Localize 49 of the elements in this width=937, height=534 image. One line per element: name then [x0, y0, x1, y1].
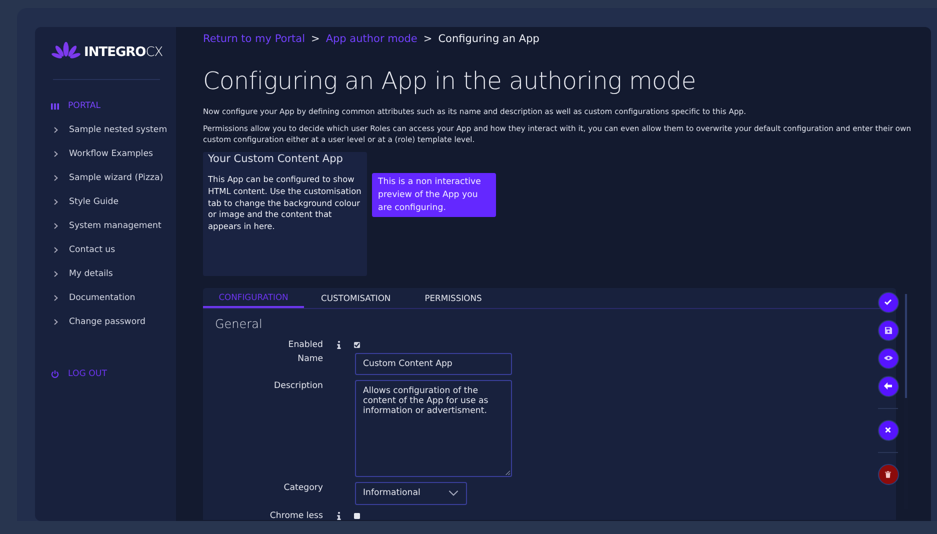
preview-title: Your Custom Content App	[208, 152, 344, 165]
sidebar-item[interactable]: Style Guide	[51, 190, 176, 214]
chevron-right-icon	[54, 271, 58, 277]
close-icon	[885, 427, 891, 434]
chevron-right-icon	[54, 127, 58, 133]
sidebar-item[interactable]: My details	[51, 262, 176, 286]
chevron-down-icon	[448, 490, 459, 496]
sidebar-item[interactable]: Documentation	[51, 286, 176, 310]
sidebar-item[interactable]: Contact us	[51, 238, 176, 262]
text-field[interactable]: Custom Content App	[355, 352, 512, 375]
arrow-left-icon	[884, 382, 892, 390]
field-label: Chrome less	[268, 510, 323, 520]
brand-logo-text: INTEGROCX	[84, 44, 163, 60]
chevron-right-icon	[54, 151, 58, 157]
page-title: Configuring an App in the authoring mode	[203, 67, 697, 95]
breadcrumb-separator: >	[423, 33, 432, 45]
field-label: Enabled	[287, 338, 323, 351]
chevron-right-icon	[54, 199, 58, 205]
sidebar-item[interactable]: Workflow Examples	[51, 142, 176, 166]
power-icon	[51, 370, 59, 378]
scrollbar-thumb[interactable]	[905, 294, 907, 398]
field-label: Category	[282, 482, 323, 494]
checkbox[interactable]	[354, 342, 360, 348]
chevron-right-icon	[54, 175, 58, 181]
section-title: General	[215, 316, 262, 331]
checkbox[interactable]	[354, 512, 360, 519]
field-label: Name	[296, 352, 323, 365]
sidebar-item[interactable]: Sample wizard (Pizza)	[51, 166, 176, 190]
sidebar-item[interactable]: System management	[51, 214, 176, 238]
dropdown[interactable]: Informational	[355, 482, 467, 505]
breadcrumb-current: Configuring an App	[438, 33, 540, 45]
chevron-right-icon	[54, 247, 58, 253]
preview-tooltip: This is a non interactive preview of the App you are configuring.	[372, 172, 496, 218]
trash-icon	[885, 470, 891, 478]
textarea-field[interactable]: Allows configuration of the content of the App for use as information or advertisment.	[355, 380, 512, 477]
breadcrumb-separator: >	[311, 33, 320, 45]
sidebar-item[interactable]: Sample nested system	[51, 118, 176, 142]
tab[interactable]: CUSTOMISATION	[304, 288, 408, 308]
chevron-right-icon	[54, 319, 58, 325]
preview-text: This App can be configured to show HTML content. Use the customisation tab to change the background colour or image and the content that appears in here.	[208, 174, 362, 234]
resize-grip-icon[interactable]	[505, 470, 510, 475]
chevron-right-icon	[54, 223, 58, 229]
field-label: Description	[273, 380, 323, 392]
checkmark-icon	[884, 299, 892, 306]
eye-icon	[884, 355, 892, 362]
chevron-right-icon	[54, 295, 58, 301]
grid-icon	[51, 102, 59, 110]
tab[interactable]: PERMISSIONS	[408, 288, 499, 308]
sidebar-item[interactable]: Change password	[51, 310, 176, 334]
